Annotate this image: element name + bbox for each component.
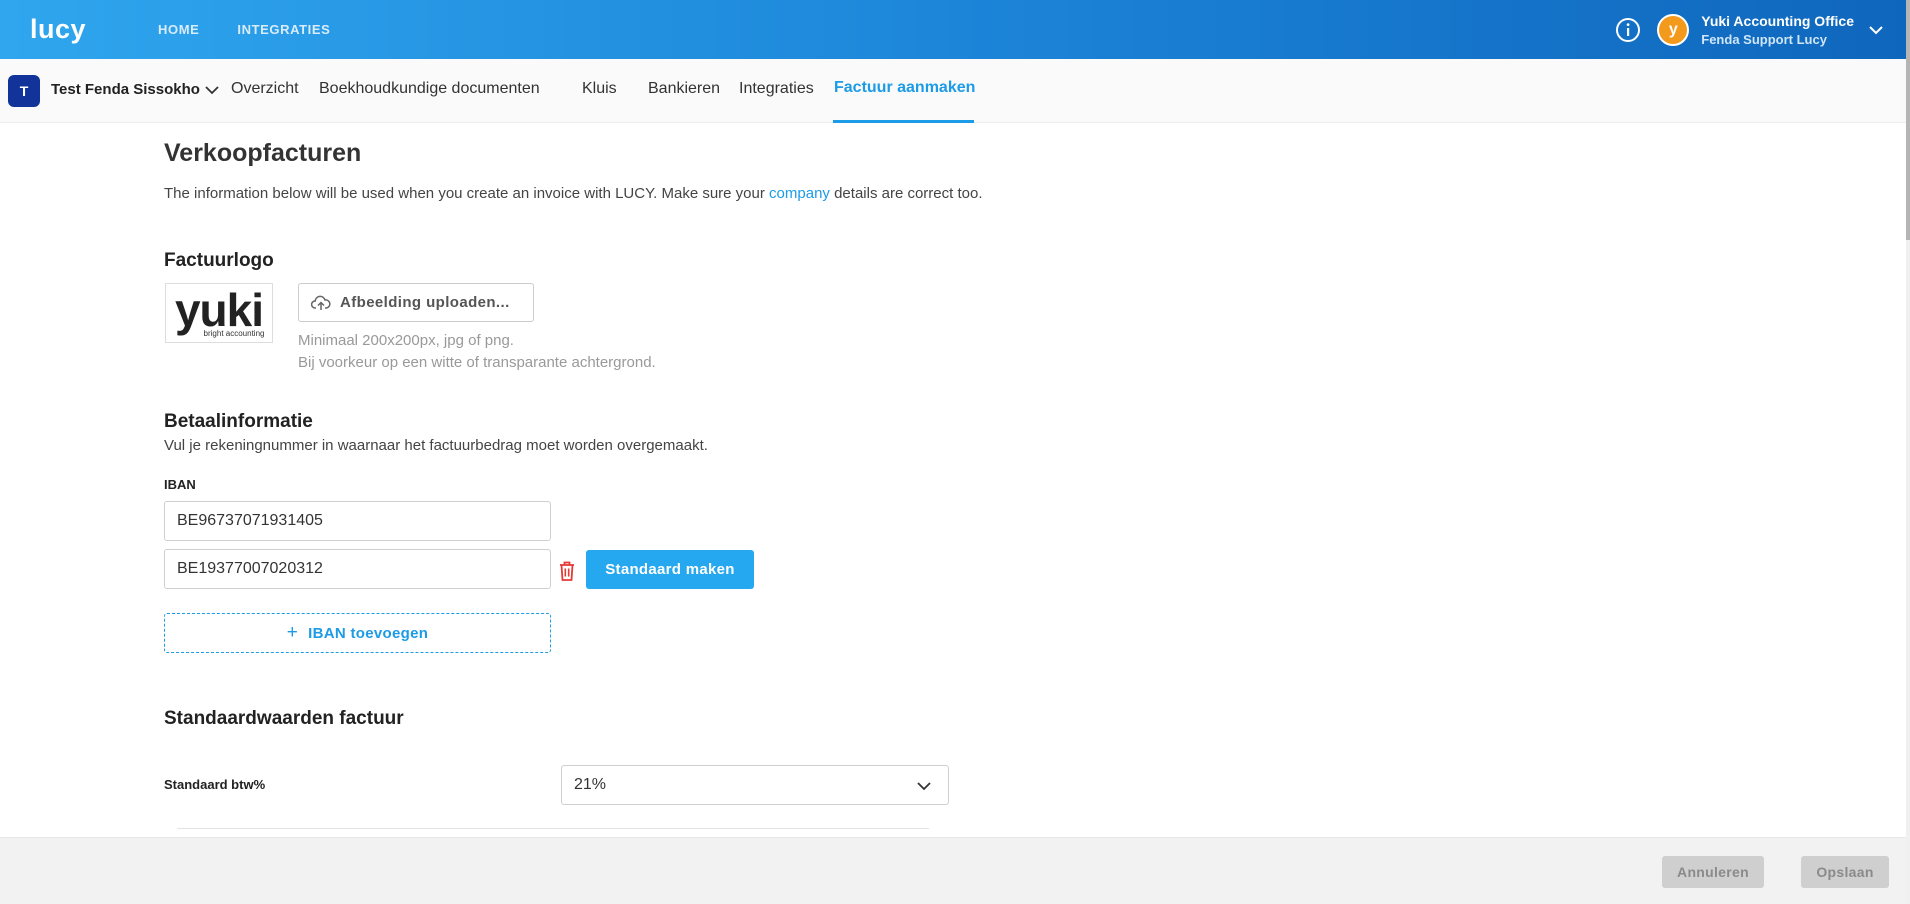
nav-integraties[interactable]: INTEGRATIES	[237, 22, 330, 37]
user-subtitle: Fenda Support Lucy	[1701, 31, 1827, 47]
tab-factuur-aanmaken[interactable]: Factuur aanmaken	[834, 79, 975, 97]
payment-section-title: Betaalinformatie	[164, 411, 313, 432]
active-tab-indicator	[833, 120, 974, 123]
tab-bankieren[interactable]: Bankieren	[648, 80, 720, 98]
avatar[interactable]: y	[1657, 13, 1690, 46]
divider	[177, 828, 929, 829]
iban-field-2[interactable]: BE19377007020312	[164, 549, 551, 589]
add-iban-button[interactable]: + IBAN toevoegen	[164, 613, 551, 653]
vat-select[interactable]: 21%	[561, 765, 949, 805]
user-info[interactable]: Yuki Accounting Office Fenda Support Luc…	[1701, 13, 1854, 47]
info-icon[interactable]	[1615, 17, 1641, 43]
user-area: y Yuki Accounting Office Fenda Support L…	[1615, 0, 1884, 59]
trash-icon[interactable]	[558, 560, 576, 582]
invoice-logo-preview: yuki bright accounting	[165, 283, 273, 343]
chevron-down-icon[interactable]	[204, 82, 220, 98]
client-name[interactable]: Test Fenda Sissokho	[51, 81, 200, 98]
upload-image-button[interactable]: Afbeelding uploaden...	[298, 283, 534, 322]
payment-subtitle: Vul je rekeningnummer in waarnaar het fa…	[164, 437, 708, 454]
scrollbar-thumb[interactable]	[1906, 0, 1910, 240]
top-bar: lucy HOME INTEGRATIES y Yuki Accounting …	[0, 0, 1906, 59]
client-badge[interactable]: T	[8, 75, 40, 107]
chevron-down-icon	[917, 782, 931, 791]
cancel-button[interactable]: Annuleren	[1662, 856, 1764, 888]
footer-bar	[0, 837, 1906, 904]
tab-kluis[interactable]: Kluis	[582, 80, 617, 98]
iban-field-1[interactable]: BE96737071931405	[164, 501, 551, 541]
cloud-upload-icon	[311, 295, 331, 310]
client-nav: T Test Fenda Sissokho Overzicht Boekhoud…	[0, 59, 1906, 123]
intro-text-start: The information below will be used when …	[164, 185, 770, 202]
add-iban-label: IBAN toevoegen	[308, 624, 429, 642]
logo-section-title: Factuurlogo	[164, 250, 274, 271]
user-menu-chevron-icon[interactable]	[1868, 22, 1884, 38]
tab-integraties[interactable]: Integraties	[739, 80, 814, 98]
save-button[interactable]: Opslaan	[1801, 856, 1889, 888]
logo-hint-size: Minimaal 200x200px, jpg of png.	[298, 332, 514, 349]
vat-label: Standaard btw%	[164, 777, 266, 792]
yuki-logo-subtext: bright accounting	[203, 328, 265, 338]
yuki-logo-text: yuki	[174, 283, 264, 336]
plus-icon: +	[286, 622, 299, 643]
top-nav: HOME INTEGRATIES	[158, 22, 330, 37]
defaults-section-title: Standaardwaarden factuur	[164, 708, 404, 729]
iban-label: IBAN	[164, 477, 196, 492]
company-link[interactable]: company	[769, 185, 830, 202]
intro-text-end: details are correct too.	[829, 185, 983, 202]
intro-text: The information below will be used when …	[164, 185, 983, 202]
user-name: Yuki Accounting Office	[1701, 12, 1854, 29]
upload-label: Afbeelding uploaden...	[340, 294, 510, 311]
logo-hint-background: Bij voorkeur op een witte of transparant…	[298, 354, 656, 371]
page-title: Verkoopfacturen	[164, 139, 362, 167]
nav-home[interactable]: HOME	[158, 22, 199, 37]
tab-boekhoudkundige-documenten[interactable]: Boekhoudkundige documenten	[319, 80, 540, 98]
lucy-logo[interactable]: lucy	[30, 14, 128, 45]
vat-selected-value: 21%	[574, 776, 607, 793]
make-default-button[interactable]: Standaard maken	[586, 550, 754, 589]
tab-overzicht[interactable]: Overzicht	[231, 80, 299, 98]
